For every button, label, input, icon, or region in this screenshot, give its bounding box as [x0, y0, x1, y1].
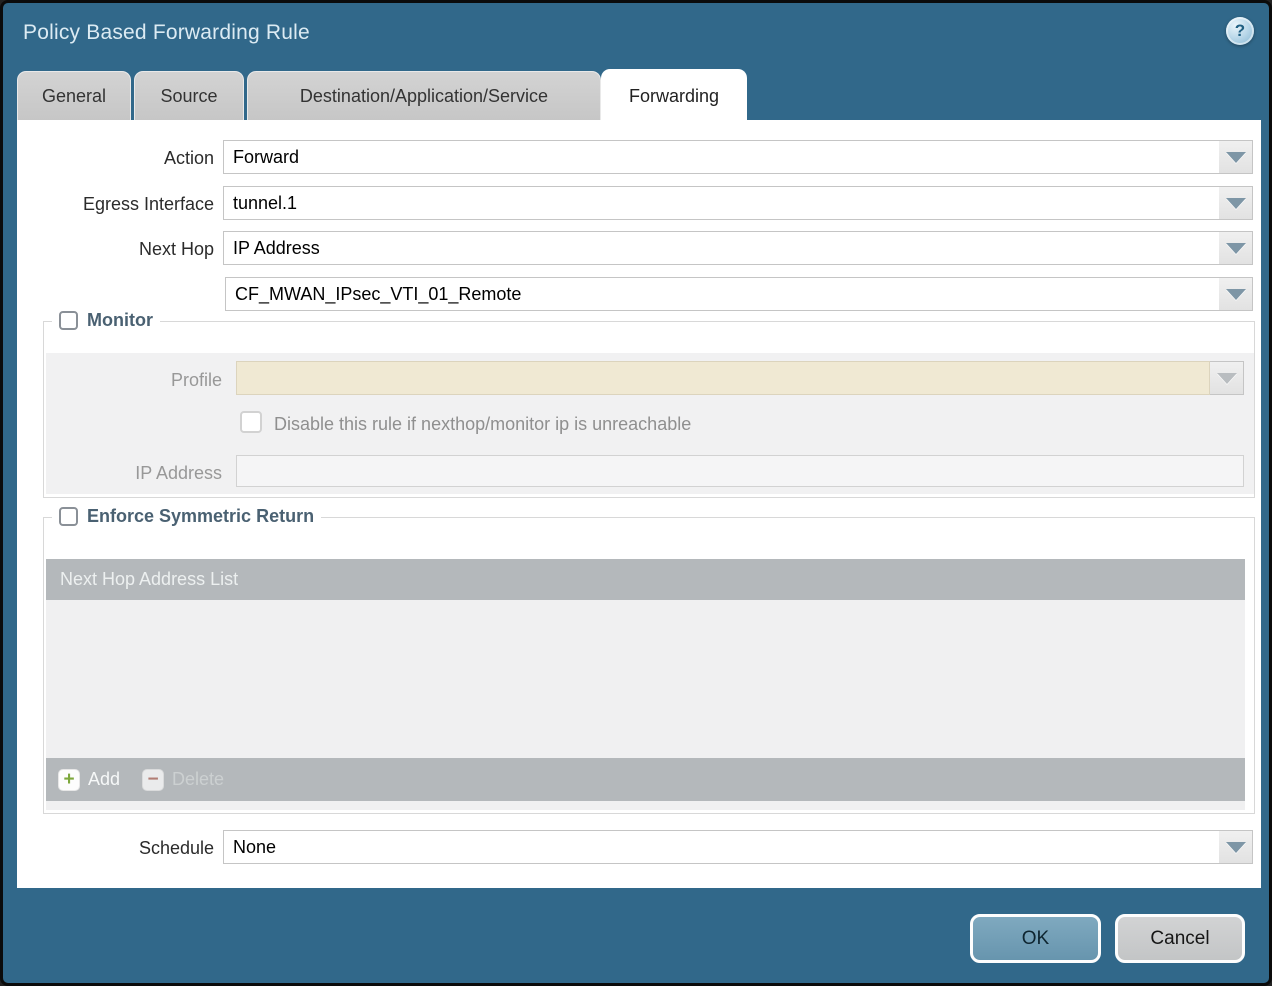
- next-hop-address-list-header: Next Hop Address List: [46, 559, 1245, 600]
- dialog-title: Policy Based Forwarding Rule: [23, 21, 310, 45]
- delete-button-label: Delete: [172, 769, 224, 790]
- chevron-down-icon: [1226, 198, 1246, 209]
- next-hop-address-list-body[interactable]: [46, 600, 1245, 758]
- schedule-dropdown-button[interactable]: [1219, 830, 1253, 864]
- tab-general[interactable]: General: [17, 71, 131, 121]
- monitor-ip-address-label: IP Address: [44, 463, 222, 484]
- next-hop-type-select[interactable]: [223, 231, 1233, 265]
- cancel-button[interactable]: Cancel: [1115, 914, 1245, 963]
- next-hop-address-dropdown-button[interactable]: [1219, 277, 1253, 311]
- disable-rule-checkbox: [240, 411, 262, 433]
- profile-label: Profile: [44, 370, 222, 391]
- tab-source[interactable]: Source: [134, 71, 244, 121]
- egress-interface-label: Egress Interface: [17, 194, 214, 215]
- enforce-symmetric-return-checkbox[interactable]: [59, 507, 78, 526]
- plus-icon: +: [58, 769, 80, 791]
- profile-select: [236, 361, 1210, 395]
- chevron-down-icon: [1226, 842, 1246, 853]
- chevron-down-icon: [1226, 243, 1246, 254]
- add-button-label: Add: [88, 769, 120, 790]
- next-hop-label: Next Hop: [17, 239, 214, 260]
- help-icon[interactable]: ?: [1226, 17, 1254, 45]
- monitor-checkbox[interactable]: [59, 311, 78, 330]
- symmetric-return-section: Enforce Symmetric Return Next Hop Addres…: [43, 517, 1255, 814]
- action-label: Action: [17, 148, 214, 169]
- egress-interface-dropdown-button[interactable]: [1219, 186, 1253, 220]
- action-dropdown-button[interactable]: [1219, 140, 1253, 174]
- add-button[interactable]: + Add: [58, 769, 120, 791]
- disable-rule-label: Disable this rule if nexthop/monitor ip …: [274, 414, 691, 435]
- action-select[interactable]: [223, 140, 1233, 174]
- tab-destination-application-service[interactable]: Destination/Application/Service: [247, 71, 601, 121]
- next-hop-address-input[interactable]: [225, 277, 1233, 311]
- minus-icon: −: [142, 769, 164, 791]
- monitor-ip-address-input: [236, 455, 1244, 487]
- chevron-down-icon: [1217, 373, 1237, 384]
- monitor-legend: Monitor: [87, 310, 153, 331]
- tab-forwarding[interactable]: Forwarding: [601, 69, 747, 122]
- chevron-down-icon: [1226, 289, 1246, 300]
- monitor-section: Monitor Profile Disable this rule if nex…: [43, 321, 1255, 498]
- schedule-select[interactable]: [223, 830, 1233, 864]
- table-bottom-strip: [46, 801, 1245, 810]
- next-hop-dropdown-button[interactable]: [1219, 231, 1253, 265]
- enforce-symmetric-return-legend: Enforce Symmetric Return: [87, 506, 314, 527]
- policy-based-forwarding-dialog: Policy Based Forwarding Rule ? General S…: [0, 0, 1272, 986]
- schedule-label: Schedule: [17, 838, 214, 859]
- delete-button: − Delete: [142, 769, 224, 791]
- ok-button[interactable]: OK: [970, 914, 1101, 963]
- chevron-down-icon: [1226, 152, 1246, 163]
- profile-dropdown-button: [1210, 361, 1244, 395]
- forwarding-tab-panel: Action Egress Interface Next Hop Monitor: [17, 120, 1261, 888]
- egress-interface-select[interactable]: [223, 186, 1233, 220]
- next-hop-address-list-toolbar: + Add − Delete: [46, 758, 1245, 801]
